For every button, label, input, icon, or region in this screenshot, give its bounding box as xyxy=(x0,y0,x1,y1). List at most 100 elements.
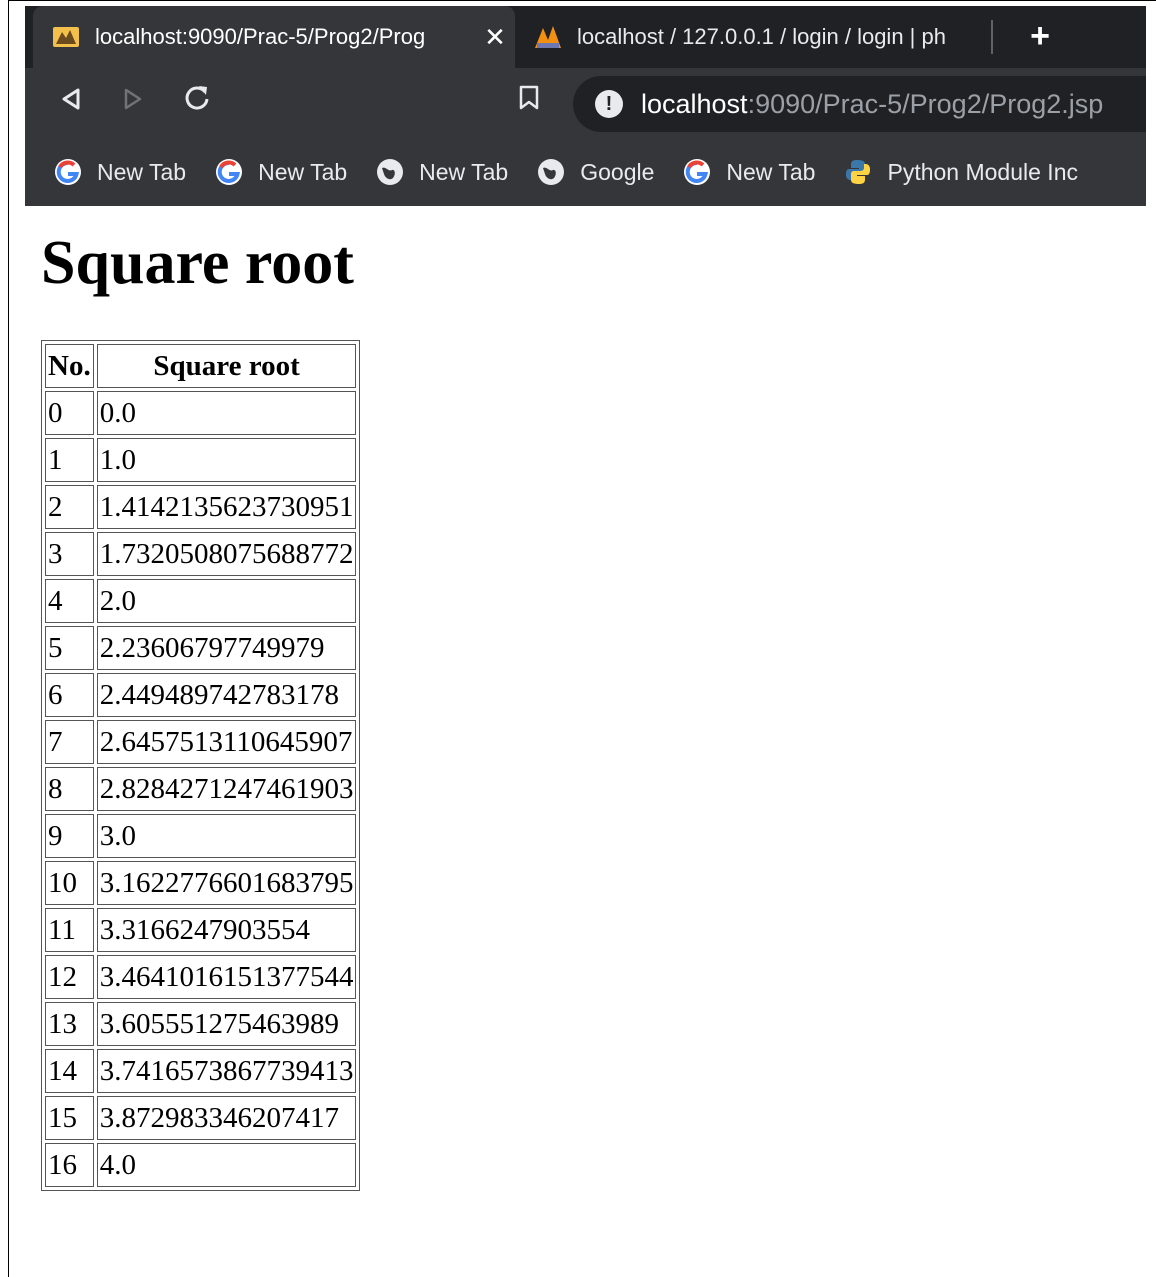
cell-square-root: 3.1622776601683795 xyxy=(96,861,357,905)
table-row: 5 2.23606797749979 xyxy=(45,626,357,670)
cell-number: 13 xyxy=(45,1002,94,1046)
close-tab-icon[interactable]: ✕ xyxy=(475,22,515,53)
cell-square-root: 3.605551275463989 xyxy=(96,1002,357,1046)
cell-number: 1 xyxy=(45,438,94,482)
cell-number: 16 xyxy=(45,1143,94,1187)
cell-square-root: 2.8284271247461903 xyxy=(96,767,357,811)
bookmark-button[interactable] xyxy=(509,82,549,122)
table-row: 12 3.4641016151377544 xyxy=(45,955,357,999)
cell-square-root: 1.0 xyxy=(96,438,357,482)
cell-square-root: 3.3166247903554 xyxy=(96,908,357,952)
bookmark-item[interactable]: Google xyxy=(536,157,654,187)
url-path: :9090/Prac-5/Prog2/Prog2.jsp xyxy=(747,88,1104,119)
cell-square-root: 3.7416573867739413 xyxy=(96,1049,357,1093)
cell-number: 9 xyxy=(45,814,94,858)
tab-phpmyadmin[interactable]: localhost / 127.0.0.1 / login / login | … xyxy=(515,6,991,68)
cell-number: 11 xyxy=(45,908,94,952)
back-button[interactable] xyxy=(51,82,91,122)
cell-number: 15 xyxy=(45,1096,94,1140)
table-row: 7 2.6457513110645907 xyxy=(45,720,357,764)
google-icon xyxy=(682,157,712,187)
table-row: 10 3.1622776601683795 xyxy=(45,861,357,905)
table-row: 3 1.7320508075688772 xyxy=(45,532,357,576)
bookmark-label: Python Module Inc xyxy=(887,158,1078,185)
cell-square-root: 2.449489742783178 xyxy=(96,673,357,717)
new-tab-button[interactable]: + xyxy=(1020,18,1060,58)
bookmark-label: Google xyxy=(580,158,655,185)
google-icon xyxy=(53,157,83,187)
cell-number: 3 xyxy=(45,532,94,576)
bookmark-label: New Tab xyxy=(419,158,509,185)
tab-divider xyxy=(991,20,993,54)
tab-prog2[interactable]: localhost:9090/Prac-5/Prog2/Prog ✕ xyxy=(33,6,515,68)
table-row: 4 2.0 xyxy=(45,579,357,623)
forward-button[interactable] xyxy=(113,82,153,122)
table-row: 6 2.449489742783178 xyxy=(45,673,357,717)
cell-number: 8 xyxy=(45,767,94,811)
cell-square-root: 2.23606797749979 xyxy=(96,626,357,670)
cell-square-root: 3.0 xyxy=(96,814,357,858)
reload-button[interactable] xyxy=(177,82,217,122)
bookmark-icon xyxy=(519,85,539,110)
bookmark-item[interactable]: New Tab xyxy=(53,157,186,187)
square-root-table: No. Square root 0 0.0 1 1.0 2 1.4142135623730… xyxy=(41,340,361,1191)
browser-toolbar: ! localhost:9090/Prac-5/Prog2/Prog2.jsp xyxy=(25,68,1146,138)
tab-strip: localhost:9090/Prac-5/Prog2/Prog ✕ local… xyxy=(25,6,1146,68)
cell-square-root: 3.872983346207417 xyxy=(96,1096,357,1140)
bookmark-item[interactable]: New Tab xyxy=(214,157,347,187)
reload-icon xyxy=(185,86,209,110)
bookmark-label: New Tab xyxy=(258,158,348,185)
globe-icon xyxy=(536,157,566,187)
page-title: Square root xyxy=(41,229,354,297)
tomcat-icon xyxy=(51,22,81,52)
table-row: 2 1.4142135623730951 xyxy=(45,485,357,529)
globe-icon xyxy=(375,157,405,187)
column-header-square-root: Square root xyxy=(96,344,357,388)
python-icon xyxy=(843,157,873,187)
cell-number: 5 xyxy=(45,626,94,670)
url-host: localhost xyxy=(641,88,748,119)
column-header-number: No. xyxy=(45,344,94,388)
cell-number: 4 xyxy=(45,579,94,623)
cell-number: 14 xyxy=(45,1049,94,1093)
address-bar[interactable]: ! localhost:9090/Prac-5/Prog2/Prog2.jsp xyxy=(573,76,1146,132)
tab-title: localhost:9090/Prac-5/Prog2/Prog xyxy=(95,24,426,49)
cell-square-root: 3.4641016151377544 xyxy=(96,955,357,999)
google-icon xyxy=(214,157,244,187)
table-row: 14 3.7416573867739413 xyxy=(45,1049,357,1093)
cell-number: 10 xyxy=(45,861,94,905)
cell-number: 2 xyxy=(45,485,94,529)
bookmarks-bar: New Tab New Tab New Tab Google New Tab P… xyxy=(25,138,1146,206)
cell-square-root: 0.0 xyxy=(96,391,357,435)
phpmyadmin-icon xyxy=(533,22,563,52)
cell-square-root: 2.0 xyxy=(96,579,357,623)
table-header-row: No. Square root xyxy=(45,344,357,388)
cell-number: 0 xyxy=(45,391,94,435)
table-row: 15 3.872983346207417 xyxy=(45,1096,357,1140)
back-icon xyxy=(62,88,80,110)
browser-window: localhost:9090/Prac-5/Prog2/Prog ✕ local… xyxy=(25,6,1146,206)
tab-title: localhost / 127.0.0.1 / login / login | … xyxy=(577,24,946,49)
table-row: 9 3.0 xyxy=(45,814,357,858)
bookmark-label: New Tab xyxy=(726,158,816,185)
table-row: 11 3.3166247903554 xyxy=(45,908,357,952)
bookmark-item[interactable]: New Tab xyxy=(682,157,815,187)
cell-square-root: 1.4142135623730951 xyxy=(96,485,357,529)
cell-square-root: 4.0 xyxy=(96,1143,357,1187)
forward-icon xyxy=(124,88,142,110)
table-row: 8 2.8284271247461903 xyxy=(45,767,357,811)
site-info-icon[interactable]: ! xyxy=(595,90,623,118)
table-row: 1 1.0 xyxy=(45,438,357,482)
bookmark-item[interactable]: Python Module Inc xyxy=(843,157,1078,187)
cell-number: 7 xyxy=(45,720,94,764)
bookmark-item[interactable]: New Tab xyxy=(375,157,508,187)
cell-number: 6 xyxy=(45,673,94,717)
table-row: 16 4.0 xyxy=(45,1143,357,1187)
cell-square-root: 1.7320508075688772 xyxy=(96,532,357,576)
table-row: 0 0.0 xyxy=(45,391,357,435)
cell-square-root: 2.6457513110645907 xyxy=(96,720,357,764)
table-row: 13 3.605551275463989 xyxy=(45,1002,357,1046)
bookmark-label: New Tab xyxy=(97,158,187,185)
document-frame-left xyxy=(8,0,9,1277)
document-frame-top xyxy=(8,0,1156,1)
